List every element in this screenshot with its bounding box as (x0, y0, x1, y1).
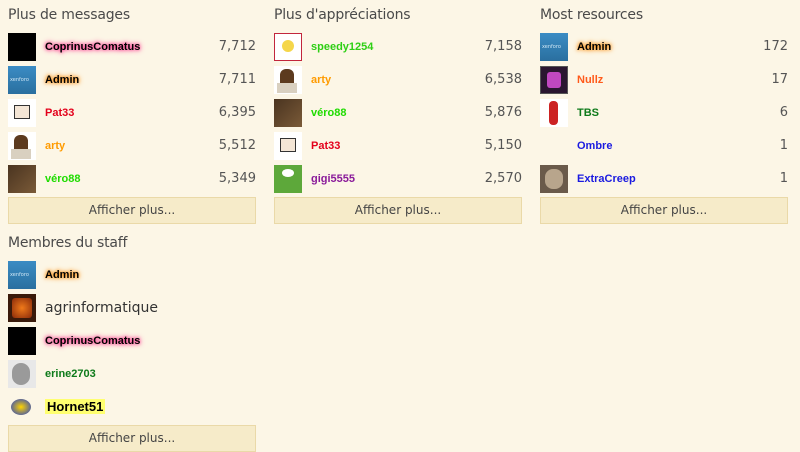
username[interactable]: Ombre (577, 140, 612, 152)
staff-row[interactable]: CoprinusComatus (8, 324, 256, 357)
resources-row[interactable]: Ombre 1 (540, 129, 788, 162)
username[interactable]: Pat33 (45, 107, 74, 119)
messages-show-more-button[interactable]: Afficher plus... (8, 197, 256, 224)
likes-title: Plus d'appréciations (274, 7, 411, 23)
like-count: 2,570 (484, 171, 522, 186)
username[interactable]: TBS (577, 107, 599, 119)
staff-row[interactable]: Hornet51 (8, 390, 256, 423)
staff-row[interactable]: Admin (8, 258, 256, 291)
likes-row[interactable]: gigi5555 2,570 (274, 162, 522, 195)
message-count: 6,395 (218, 105, 256, 120)
username[interactable]: ExtraCreep (577, 173, 636, 185)
avatar[interactable] (8, 164, 36, 193)
avatar[interactable] (8, 32, 36, 61)
avatar[interactable] (274, 164, 302, 193)
likes-show-more-button[interactable]: Afficher plus... (274, 197, 522, 224)
staff-row[interactable]: agrinformatique (8, 291, 256, 324)
messages-row[interactable]: Admin 7,711 (8, 63, 256, 96)
resources-row[interactable]: ExtraCreep 1 (540, 162, 788, 195)
avatar[interactable] (274, 32, 302, 61)
resource-count: 1 (779, 138, 788, 153)
likes-row[interactable]: arty 6,538 (274, 63, 522, 96)
username[interactable]: erine2703 (45, 368, 96, 380)
resources-row[interactable]: Nullz 17 (540, 63, 788, 96)
message-count: 5,512 (218, 138, 256, 153)
avatar[interactable] (8, 260, 36, 289)
avatar[interactable] (540, 65, 568, 94)
likes-row[interactable]: speedy1254 7,158 (274, 30, 522, 63)
username[interactable]: Admin (45, 269, 79, 281)
avatar[interactable] (540, 132, 568, 160)
messages-row[interactable]: véro88 5,349 (8, 162, 256, 195)
avatar[interactable] (540, 98, 568, 127)
username[interactable]: CoprinusComatus (45, 335, 140, 347)
avatar[interactable] (540, 32, 568, 61)
likes-row[interactable]: véro88 5,876 (274, 96, 522, 129)
avatar[interactable] (8, 131, 36, 160)
username[interactable]: Hornet51 (45, 399, 106, 414)
username[interactable]: arty (45, 140, 65, 152)
avatar[interactable] (8, 293, 36, 322)
username[interactable]: gigi5555 (311, 173, 355, 185)
staff-title: Membres du staff (8, 235, 128, 251)
resource-count: 1 (779, 171, 788, 186)
like-count: 5,150 (484, 138, 522, 153)
resources-show-more-button[interactable]: Afficher plus... (540, 197, 788, 224)
username[interactable]: Admin (577, 41, 611, 53)
messages-row[interactable]: arty 5,512 (8, 129, 256, 162)
username[interactable]: Admin (45, 74, 79, 86)
avatar[interactable] (274, 65, 302, 94)
username[interactable]: véro88 (311, 107, 346, 119)
username[interactable]: arty (311, 74, 331, 86)
messages-row[interactable]: Pat33 6,395 (8, 96, 256, 129)
likes-row[interactable]: Pat33 5,150 (274, 129, 522, 162)
like-count: 5,876 (484, 105, 522, 120)
avatar[interactable] (8, 65, 36, 94)
message-count: 5,349 (218, 171, 256, 186)
username[interactable]: véro88 (45, 173, 80, 185)
like-count: 6,538 (484, 72, 522, 87)
message-count: 7,711 (218, 72, 256, 87)
resources-row[interactable]: TBS 6 (540, 96, 788, 129)
column-left: Plus de messages CoprinusComatus 7,712 A… (8, 0, 256, 452)
like-count: 7,158 (484, 39, 522, 54)
avatar[interactable] (274, 131, 302, 160)
username[interactable]: speedy1254 (311, 41, 373, 53)
avatar[interactable] (274, 98, 302, 127)
username[interactable]: Pat33 (311, 140, 340, 152)
messages-row[interactable]: CoprinusComatus 7,712 (8, 30, 256, 63)
avatar[interactable] (8, 359, 36, 388)
column-middle: Plus d'appréciations speedy1254 7,158 ar… (274, 0, 522, 224)
resources-title: Most resources (540, 7, 643, 23)
avatar[interactable] (540, 164, 568, 193)
resource-count: 172 (763, 39, 788, 54)
avatar[interactable] (8, 326, 36, 355)
avatar[interactable] (8, 98, 36, 127)
username[interactable]: agrinformatique (45, 300, 158, 316)
resource-count: 17 (771, 72, 788, 87)
column-right: Most resources Admin 172 Nullz 17 TBS 6 … (540, 0, 788, 224)
username[interactable]: CoprinusComatus (45, 41, 140, 53)
message-count: 7,712 (218, 39, 256, 54)
staff-row[interactable]: erine2703 (8, 357, 256, 390)
resource-count: 6 (779, 105, 788, 120)
messages-title: Plus de messages (8, 7, 130, 23)
resources-row[interactable]: Admin 172 (540, 30, 788, 63)
username[interactable]: Nullz (577, 74, 603, 86)
avatar[interactable] (8, 393, 36, 421)
staff-show-more-button[interactable]: Afficher plus... (8, 425, 256, 452)
